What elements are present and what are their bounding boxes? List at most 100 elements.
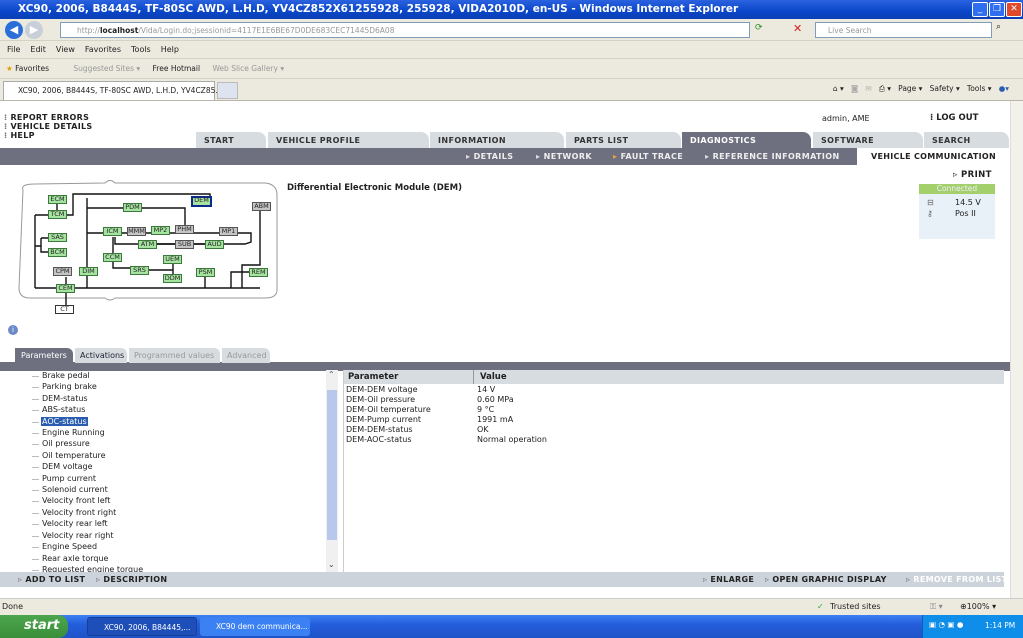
parameter-list-item[interactable]: Pump current [30,473,327,484]
module-dem[interactable]: DEM [191,196,212,207]
menu-view[interactable]: View [56,45,75,54]
module-icm[interactable]: ICM [103,227,122,236]
enlarge-button[interactable]: ENLARGE [703,575,754,584]
parameter-list-item[interactable]: Oil temperature [30,450,327,461]
parameter-list-item[interactable]: Velocity rear left [30,518,327,529]
favorites-button[interactable]: Favorites [15,64,49,73]
parameter-list-item[interactable]: DEM-status [30,393,327,404]
module-ccm[interactable]: CCM [103,253,122,262]
add-to-list-button[interactable]: ADD TO LIST [18,575,85,584]
subnav-network[interactable]: NETWORK [536,152,592,161]
module-rem[interactable]: REM [249,268,268,277]
tray-icons[interactable]: ▣ ◔ ▣ ● [929,620,963,629]
module-ddm[interactable]: DDM [163,274,182,283]
module-pdm[interactable]: PDM [123,203,142,212]
web-slice-gallery-link[interactable]: Web Slice Gallery ▾ [212,64,284,73]
scroll-up-icon[interactable]: ⌃ [328,370,335,379]
parameter-list-item[interactable]: Velocity front left [30,495,327,506]
parameter-list-item[interactable]: Oil pressure [30,438,327,449]
address-bar[interactable]: http://localhost/Vida/Login.do;jsessioni… [60,22,750,38]
free-hotmail-link[interactable]: Free Hotmail [153,64,201,73]
module-ct[interactable]: CT [55,305,74,314]
minimize-button[interactable]: _ [972,2,988,17]
help-icon[interactable]: ●▾ [999,84,1009,93]
module-psm[interactable]: PSM [196,268,215,277]
menu-favorites[interactable]: Favorites [85,45,121,54]
help-link[interactable]: HELP [4,131,92,140]
module-aud[interactable]: AUD [205,240,224,249]
tab-start[interactable]: START [196,132,266,149]
parameter-list-item[interactable]: Brake pedal [30,370,327,381]
browser-tab[interactable]: XC90, 2006, B8444S, TF-80SC AWD, L.H.D, … [3,81,223,100]
tab-activations[interactable]: Activations [75,348,127,363]
module-mp1[interactable]: MP1 [219,227,238,236]
module-mmm[interactable]: MMM [127,227,146,236]
page-scrollbar[interactable] [1010,101,1023,598]
taskbar-item-ie[interactable]: XC90, 2006, B84445,... [87,617,197,636]
home-icon[interactable]: ⌂ ▾ [833,84,844,93]
page-menu[interactable]: Page ▾ [898,84,922,93]
logout-link[interactable]: ⁝ LOG OUT [930,113,978,123]
module-phm[interactable]: PHM [175,225,194,234]
tab-vehicle-profile[interactable]: VEHICLE PROFILE [268,132,429,149]
scroll-down-icon[interactable]: ⌄ [328,560,335,569]
module-abm[interactable]: ABM [252,202,271,211]
parameter-list-item[interactable]: Velocity rear right [30,530,327,541]
parameter-list-item[interactable]: ABS-status [30,404,327,415]
module-cem[interactable]: CEM [56,284,75,293]
stop-icon[interactable]: ✕ [793,22,802,35]
tab-parameters[interactable]: Parameters [15,348,73,363]
tab-software[interactable]: SOFTWARE [813,132,923,149]
info-icon[interactable]: i [8,325,18,335]
report-errors-link[interactable]: REPORT ERRORS [4,113,92,122]
vehicle-details-link[interactable]: VEHICLE DETAILS [4,122,92,131]
zoom-level[interactable]: ⊕100% ▾ [960,602,996,611]
parameter-list-item[interactable]: Velocity front right [30,507,327,518]
remove-from-list-button[interactable]: REMOVE FROM LIST [906,575,1007,584]
open-graphic-display-button[interactable]: OPEN GRAPHIC DISPLAY [765,575,887,584]
start-button[interactable]: start [0,615,68,638]
parameter-list-item[interactable]: Engine Running [30,427,327,438]
module-cpm[interactable]: CPM [53,267,72,276]
taskbar-item-image[interactable]: XC90 dem communica... [200,617,310,636]
parameter-list-scrollbar[interactable]: ⌃ ⌄ [326,370,338,573]
feeds-icon[interactable]: ◙ [851,84,858,93]
description-button[interactable]: DESCRIPTION [96,575,167,584]
subnav-reference-information[interactable]: REFERENCE INFORMATION [705,152,840,161]
suggested-sites-link[interactable]: Suggested Sites ▾ [73,64,140,73]
safety-menu[interactable]: Safety ▾ [930,84,960,93]
module-tcm[interactable]: TCM [48,210,67,219]
parameter-list-item[interactable]: Rear axle torque [30,553,327,564]
tab-advanced[interactable]: Advanced [222,348,270,363]
parameter-list-item[interactable]: DEM voltage [30,461,327,472]
module-dim[interactable]: DIM [79,267,98,276]
tab-search[interactable]: SEARCH [924,132,1009,149]
tools-menu[interactable]: Tools ▾ [967,84,992,93]
new-tab-button[interactable] [217,82,238,99]
table-row[interactable]: DEM-Oil temperature 9 °C [344,405,1004,415]
parameter-list-item[interactable]: Solenoid current [30,484,327,495]
table-row[interactable]: DEM-AOC-status Normal operation [344,435,1004,445]
print-icon[interactable]: ⎙ ▾ [879,84,891,93]
search-input[interactable]: Live Search [815,22,992,38]
search-icon[interactable]: ⌕ [996,22,1001,32]
table-row[interactable]: DEM-Pump current 1991 mA [344,415,1004,425]
module-uem[interactable]: UEM [163,255,182,264]
close-button[interactable]: ✕ [1006,2,1022,17]
module-atm[interactable]: ATM [138,240,157,249]
menu-edit[interactable]: Edit [30,45,46,54]
menu-file[interactable]: File [7,45,20,54]
protected-mode-icon[interactable]: ⚿ ▾ [930,602,943,612]
scroll-thumb[interactable] [327,390,337,540]
subnav-fault-trace[interactable]: FAULT TRACE [613,152,683,161]
tab-diagnostics[interactable]: DIAGNOSTICS [682,132,811,149]
tab-parts-list[interactable]: PARTS LIST [566,132,681,149]
tab-information[interactable]: INFORMATION [430,132,564,149]
forward-icon[interactable]: ▶ [25,21,43,39]
menu-tools[interactable]: Tools [131,45,151,54]
module-sas[interactable]: SAS [48,233,67,242]
table-row[interactable]: DEM-Oil pressure 0.60 MPa [344,395,1004,405]
module-sub[interactable]: SUB [175,240,194,249]
module-bcm[interactable]: BCM [48,248,67,257]
subnav-vehicle-communication[interactable]: VEHICLE COMMUNICATION [857,148,1010,165]
